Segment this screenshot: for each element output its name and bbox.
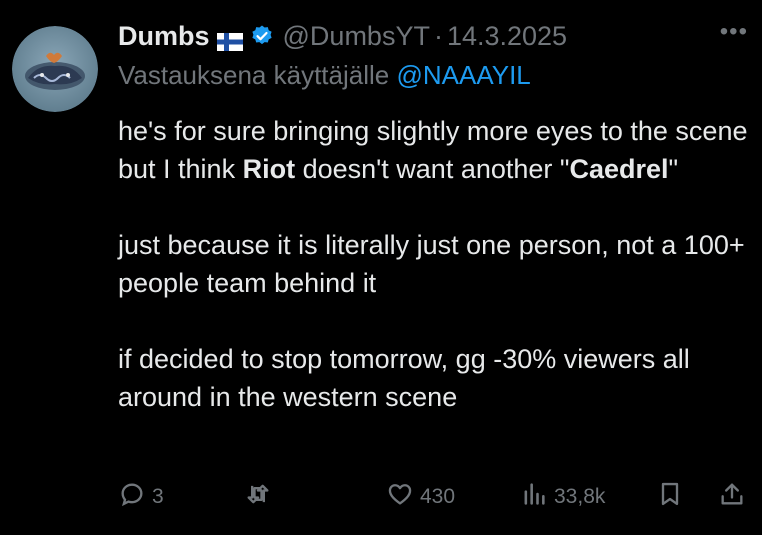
reply-icon: [118, 480, 146, 514]
views-icon: [520, 480, 548, 514]
tweet-paragraph-2: just because it is literally just one pe…: [118, 230, 745, 298]
like-icon: [386, 480, 414, 514]
more-icon[interactable]: •••: [720, 18, 748, 46]
like-button[interactable]: 430: [386, 476, 455, 518]
bookmark-icon: [656, 480, 684, 514]
tweet-header: Dumbs @DumbsYT · 14.3.2025 •••: [118, 16, 748, 56]
reply-button[interactable]: 3: [118, 476, 164, 518]
avatar[interactable]: [12, 26, 98, 112]
repost-icon: [244, 480, 272, 514]
share-icon: [718, 480, 746, 514]
text-span: doesn't want another ": [295, 154, 570, 184]
verified-badge-icon[interactable]: [250, 24, 274, 48]
tweet-paragraph-1: he's for sure bringing slightly more eye…: [118, 112, 748, 188]
tweet-paragraph-3: if decided to stop tomorrow, gg -30% vie…: [118, 344, 690, 412]
bold-caedrel: Caedrel: [569, 154, 669, 184]
tweet-date[interactable]: 14.3.2025: [447, 21, 567, 52]
bookmark-button[interactable]: [656, 476, 684, 518]
finland-flag-icon: [216, 27, 243, 51]
share-button[interactable]: [718, 476, 746, 518]
like-count: 430: [420, 485, 456, 508]
views-button[interactable]: 33,8k: [520, 476, 605, 518]
bold-riot: Riot: [242, 154, 296, 184]
reply-context: Vastauksena käyttäjälle @NAAAYIL: [118, 60, 531, 91]
reply-mention-link[interactable]: @NAAAYIL: [396, 60, 530, 90]
handle[interactable]: @DumbsYT: [283, 21, 430, 52]
display-name[interactable]: Dumbs: [118, 21, 210, 52]
tweet-text: he's for sure bringing slightly more eye…: [118, 112, 748, 416]
action-bar: 3 430 33,8k: [118, 476, 748, 518]
repost-button[interactable]: [244, 476, 278, 518]
text-span: ": [668, 154, 679, 184]
separator-dot: ·: [433, 20, 443, 51]
reply-prefix: Vastauksena käyttäjälle: [118, 60, 397, 90]
views-count: 33,8k: [554, 485, 606, 508]
reply-count: 3: [152, 485, 164, 508]
